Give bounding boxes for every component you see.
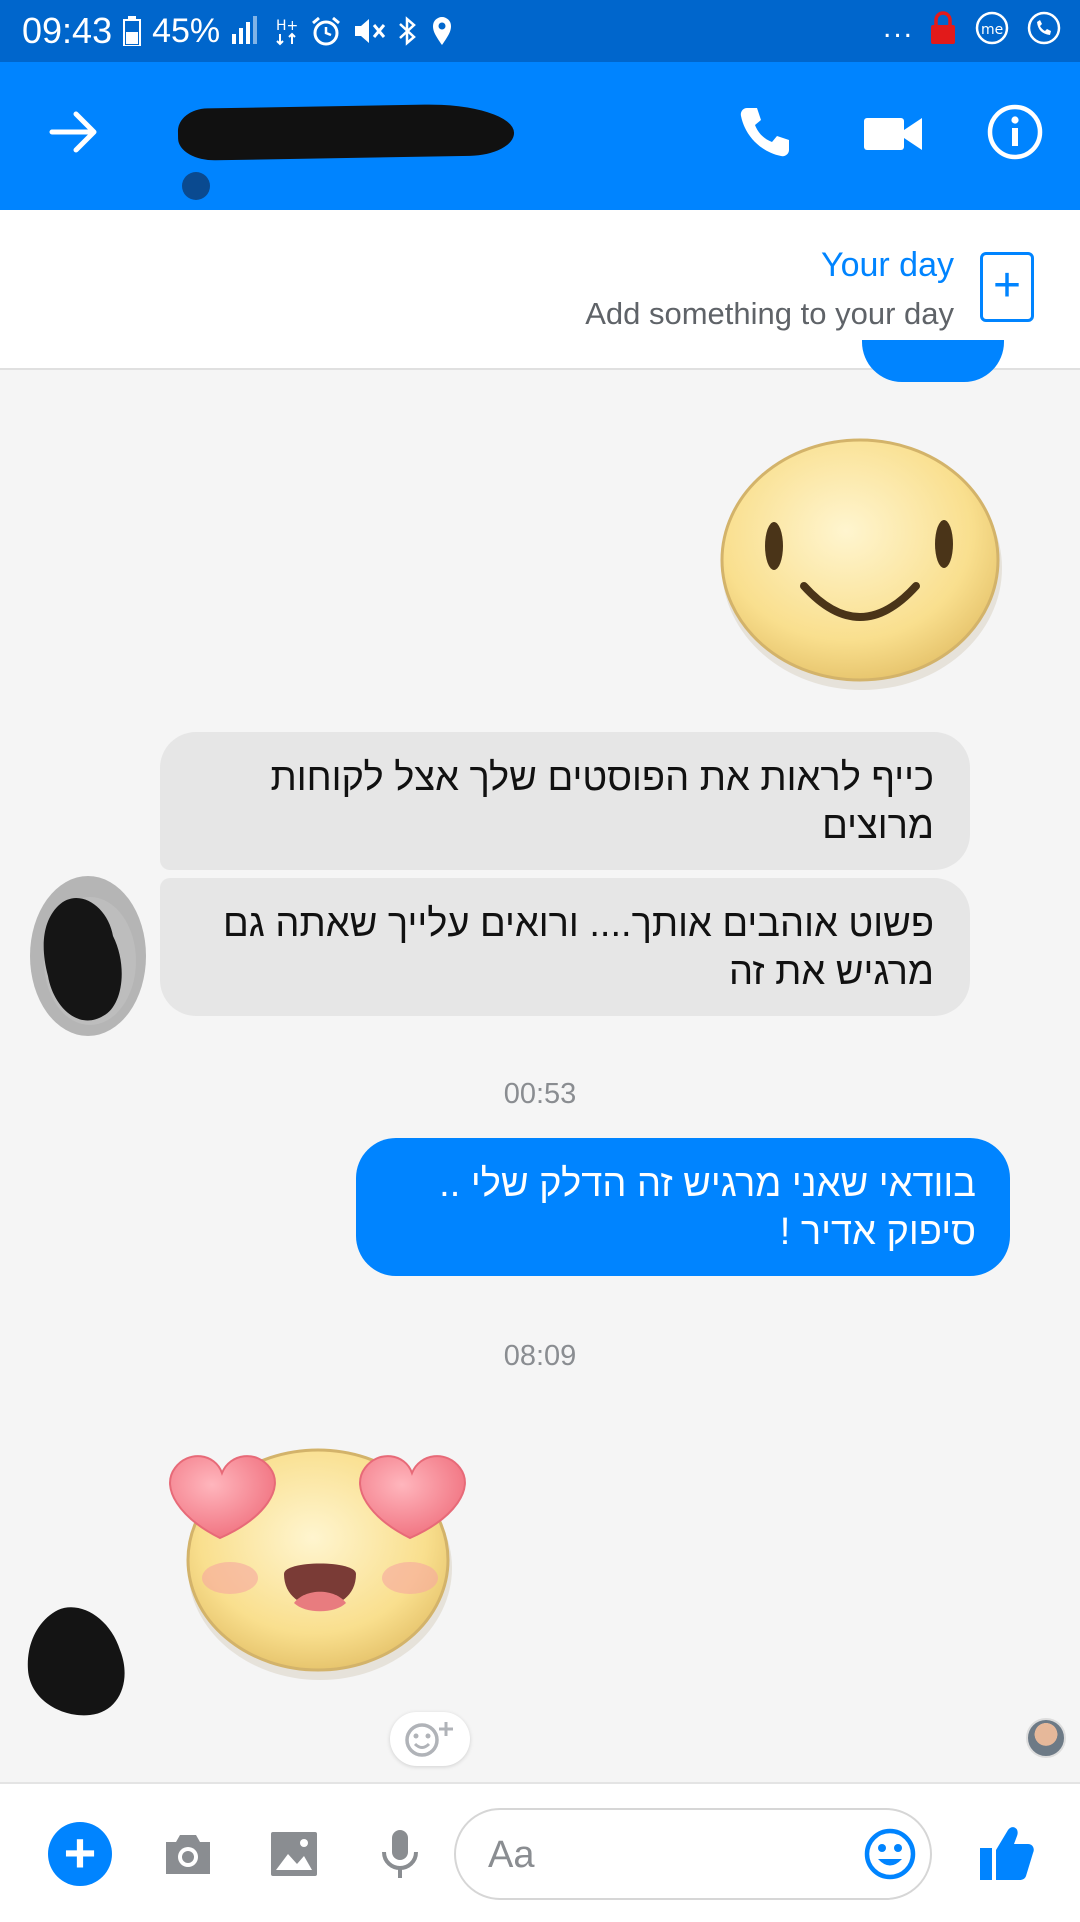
status-bar: 09:43 45% H+ ... me xyxy=(0,0,1080,62)
your-day-subtitle: Add something to your day xyxy=(585,296,954,331)
sender-avatar-redacted[interactable] xyxy=(20,1600,144,1722)
camera-icon[interactable] xyxy=(160,1826,216,1882)
battery-percent: 45% xyxy=(152,11,221,50)
app-icon: me xyxy=(975,11,1009,45)
message-text-line-2: סיפוק אדיר ! xyxy=(779,1211,976,1253)
active-status-redacted xyxy=(182,172,210,200)
conversation-header xyxy=(0,62,1080,210)
outgoing-message-bubble[interactable]: בוודאי שאני מרגיש זה הדלק שלי .. סיפוק א… xyxy=(356,1138,1010,1276)
back-arrow-icon[interactable] xyxy=(44,102,104,162)
alarm-icon xyxy=(312,16,341,46)
phone-icon[interactable] xyxy=(735,102,795,162)
location-icon xyxy=(433,17,452,45)
emoji-icon[interactable] xyxy=(862,1826,918,1882)
plus-icon[interactable]: + xyxy=(48,1822,112,1886)
message-text: כייף לראות את הפוסטים שלך אצל לקוחות מרו… xyxy=(270,757,934,847)
add-to-day-button[interactable]: + xyxy=(980,252,1034,322)
svg-text:H+: H+ xyxy=(276,18,298,34)
message-composer: + xyxy=(0,1782,1080,1922)
thumbs-up-icon[interactable] xyxy=(976,1822,1036,1884)
heart-eyes-sticker[interactable] xyxy=(160,1428,480,1688)
message-text: פשוט אוהבים אותך.... ורואים עלייך שאתה ג… xyxy=(223,903,934,993)
emoji-add-icon xyxy=(405,1722,453,1757)
contact-name-redacted[interactable] xyxy=(177,103,515,161)
svg-text:me: me xyxy=(981,22,1003,38)
incoming-message-bubble[interactable]: פשוט אוהבים אותך.... ורואים עלייך שאתה ג… xyxy=(160,878,970,1016)
image-icon[interactable] xyxy=(266,1826,322,1882)
smile-sticker[interactable] xyxy=(712,426,1012,696)
message-text-line-1: בוודאי שאני מרגיש זה הדלק שלי .. xyxy=(439,1163,976,1205)
status-bar-right: ... me xyxy=(883,10,1062,46)
message-input-wrapper xyxy=(454,1808,932,1900)
your-day-title: Your day xyxy=(821,246,954,284)
notification-overflow: ... xyxy=(882,11,914,44)
bluetooth-icon xyxy=(399,16,417,46)
status-time: 09:43 xyxy=(22,10,113,51)
lock-icon xyxy=(931,11,955,44)
sender-avatar-redacted[interactable] xyxy=(18,866,160,1046)
data-icon: H+ xyxy=(276,18,298,46)
add-reaction-button[interactable] xyxy=(390,1712,470,1766)
seen-avatar xyxy=(1026,1718,1066,1758)
incoming-message-bubble[interactable]: כייף לראות את הפוסטים שלך אצל לקוחות מרו… xyxy=(160,732,970,870)
info-icon[interactable] xyxy=(985,102,1045,162)
battery-icon xyxy=(123,16,142,46)
wifi-call-icon xyxy=(1027,11,1061,45)
message-timestamp: 08:09 xyxy=(503,1340,577,1372)
video-camera-icon[interactable] xyxy=(860,104,930,164)
signal-icon xyxy=(232,16,258,44)
mute-icon xyxy=(355,19,386,43)
previous-message-bubble-cut[interactable] xyxy=(862,340,1004,382)
microphone-icon[interactable] xyxy=(372,1826,428,1882)
status-bar-left: 09:43 45% H+ xyxy=(22,10,454,52)
message-timestamp: 00:53 xyxy=(503,1078,577,1110)
message-input[interactable] xyxy=(486,1824,830,1886)
